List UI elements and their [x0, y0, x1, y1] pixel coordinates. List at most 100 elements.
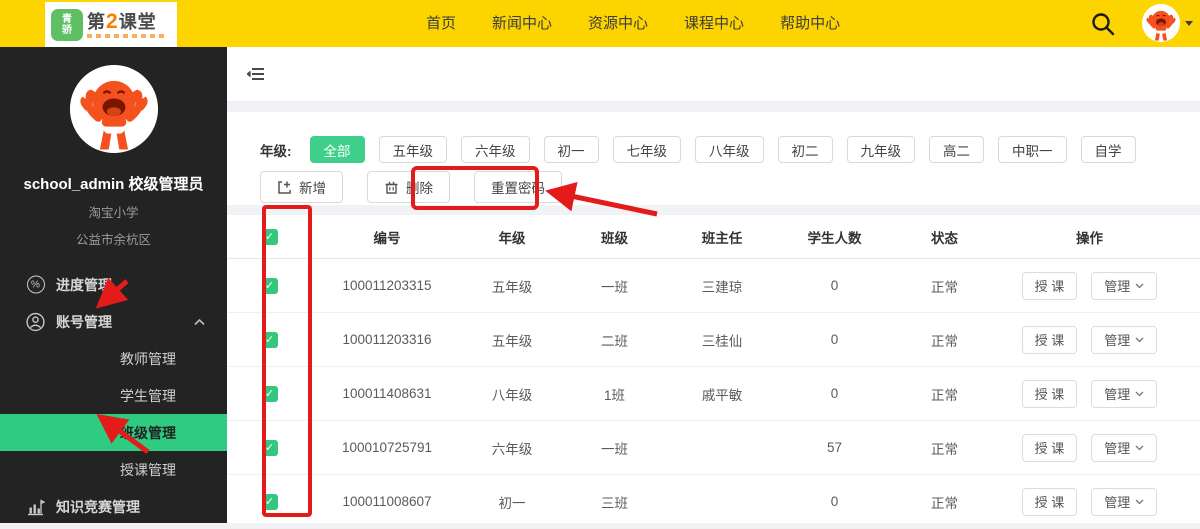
- grade-filter-options: 全部五年级六年级初一七年级八年级初二九年级高二中职一自学: [310, 136, 1136, 163]
- cell-students: 57: [777, 440, 892, 455]
- nav-item[interactable]: 资源中心: [570, 0, 666, 47]
- manage-button[interactable]: 管理: [1091, 272, 1157, 300]
- trash-icon: [384, 180, 399, 195]
- table-header: ✓ 编号 年级 班级 班主任 学生人数 状态 操作: [227, 215, 1200, 259]
- sidebar-item-students[interactable]: 学生管理: [0, 377, 227, 414]
- grade-filter-option[interactable]: 九年级: [847, 136, 916, 163]
- search-icon[interactable]: [1090, 11, 1116, 37]
- logo-tagline: [87, 34, 165, 38]
- col-header-class: 班级: [562, 227, 667, 247]
- avatar: [1142, 4, 1180, 42]
- cell-class: 三班: [562, 492, 667, 512]
- cell-status: 正常: [892, 330, 997, 350]
- grade-filter-option[interactable]: 初一: [544, 136, 599, 163]
- chevron-down-icon: [1135, 445, 1144, 451]
- cell-id: 100011408631: [312, 386, 462, 401]
- grade-filter-label: 年级:: [260, 140, 292, 160]
- teach-button[interactable]: 授 课: [1022, 326, 1078, 354]
- logo-badge-icon: 青骄: [51, 9, 83, 41]
- cell-teacher: 戚平敏: [667, 384, 777, 404]
- grade-filter-option[interactable]: 高二: [929, 136, 984, 163]
- grade-filter-option[interactable]: 自学: [1081, 136, 1136, 163]
- col-header-status: 状态: [892, 227, 997, 247]
- table-row: ✓ 100011408631 八年级 1班 戚平敏 0 正常 授 课 管理: [227, 367, 1200, 421]
- reset-password-button[interactable]: 重置密码: [474, 171, 562, 203]
- teach-button[interactable]: 授 课: [1022, 272, 1078, 300]
- chevron-down-icon: [1185, 21, 1193, 26]
- cell-status: 正常: [892, 384, 997, 404]
- topbar: 青骄 第2课堂 首页新闻中心资源中心课程中心帮助中心: [0, 0, 1200, 47]
- grade-filter-option[interactable]: 七年级: [613, 136, 682, 163]
- user-school: 淘宝小学: [0, 202, 227, 221]
- table-body: ✓ 100011203315 五年级 一班 三建琼 0 正常 授 课 管理: [227, 259, 1200, 529]
- grade-filter-option[interactable]: 五年级: [379, 136, 448, 163]
- toolbar: 新增 删除 重置密码: [260, 171, 562, 203]
- sidebar-avatar: [70, 65, 158, 153]
- user-avatar-menu[interactable]: [1142, 4, 1193, 42]
- chevron-up-icon: [194, 318, 205, 325]
- row-checkbox[interactable]: ✓: [262, 278, 278, 294]
- row-checkbox[interactable]: ✓: [262, 332, 278, 348]
- grade-filter-row: 年级: 全部五年级六年级初一七年级八年级初二九年级高二中职一自学: [260, 136, 1136, 163]
- chevron-down-icon: [1135, 391, 1144, 397]
- manage-button[interactable]: 管理: [1091, 380, 1157, 408]
- sidebar: school_admin 校级管理员 淘宝小学 公益市余杭区 % 进度管理 账号…: [0, 47, 227, 523]
- cell-id: 100011203315: [312, 278, 462, 293]
- row-checkbox[interactable]: ✓: [262, 440, 278, 456]
- cell-status: 正常: [892, 276, 997, 296]
- grade-filter-option[interactable]: 全部: [310, 136, 365, 163]
- content-header: [227, 47, 1200, 102]
- cell-students: 0: [777, 494, 892, 509]
- table-row: ✓ 100010725791 六年级 一班 57 正常 授 课 管理: [227, 421, 1200, 475]
- chevron-down-icon: [1135, 337, 1144, 343]
- grade-filter-option[interactable]: 八年级: [695, 136, 764, 163]
- cell-grade: 五年级: [462, 330, 562, 350]
- row-checkbox[interactable]: ✓: [262, 494, 278, 510]
- nav-item[interactable]: 新闻中心: [474, 0, 570, 47]
- select-all-checkbox[interactable]: ✓: [227, 229, 312, 245]
- table-row: ✓ 100011203315 五年级 一班 三建琼 0 正常 授 课 管理: [227, 259, 1200, 313]
- nav-item[interactable]: 首页: [408, 0, 474, 47]
- cell-teacher: 三桂仙: [667, 330, 777, 350]
- sidebar-item-progress[interactable]: % 进度管理: [0, 266, 227, 303]
- teach-button[interactable]: 授 课: [1022, 434, 1078, 462]
- cell-class: 一班: [562, 438, 667, 458]
- class-table: ✓ 编号 年级 班级 班主任 学生人数 状态 操作 ✓ 100011203315…: [227, 215, 1200, 523]
- col-header-teacher: 班主任: [667, 227, 777, 247]
- cell-class: 一班: [562, 276, 667, 296]
- cell-grade: 五年级: [462, 276, 562, 296]
- cell-students: 0: [777, 278, 892, 293]
- sidebar-item-accounts[interactable]: 账号管理: [0, 303, 227, 340]
- col-header-grade: 年级: [462, 227, 562, 247]
- chevron-down-icon: [1135, 283, 1144, 289]
- add-icon: [277, 180, 292, 195]
- col-header-actions: 操作: [997, 227, 1182, 247]
- grade-filter-option[interactable]: 初二: [778, 136, 833, 163]
- teach-button[interactable]: 授 课: [1022, 488, 1078, 516]
- user-name: school_admin 校级管理员: [0, 173, 227, 194]
- table-row: ✓ 100011008607 初一 三班 0 正常 授 课 管理: [227, 475, 1200, 529]
- col-header-id: 编号: [312, 227, 462, 247]
- teach-button[interactable]: 授 课: [1022, 380, 1078, 408]
- grade-filter-option[interactable]: 六年级: [461, 136, 530, 163]
- cell-class: 1班: [562, 384, 667, 404]
- logo-brand-text: 第2课堂: [87, 12, 165, 32]
- sidebar-item-classes[interactable]: 班级管理: [0, 414, 227, 451]
- nav-item[interactable]: 帮助中心: [762, 0, 858, 47]
- row-checkbox[interactable]: ✓: [262, 386, 278, 402]
- logo[interactable]: 青骄 第2课堂: [45, 2, 177, 47]
- manage-button[interactable]: 管理: [1091, 326, 1157, 354]
- manage-button[interactable]: 管理: [1091, 434, 1157, 462]
- delete-button[interactable]: 删除: [367, 171, 450, 203]
- nav-item[interactable]: 课程中心: [666, 0, 762, 47]
- manage-button[interactable]: 管理: [1091, 488, 1157, 516]
- cell-students: 0: [777, 386, 892, 401]
- sidebar-item-teachers[interactable]: 教师管理: [0, 340, 227, 377]
- sidebar-item-teaching[interactable]: 授课管理: [0, 451, 227, 488]
- grade-filter-option[interactable]: 中职一: [998, 136, 1067, 163]
- collapse-sidebar-icon[interactable]: [247, 66, 265, 82]
- cell-teacher: 三建琼: [667, 276, 777, 296]
- sidebar-item-quiz[interactable]: 知识竞赛管理: [0, 488, 227, 525]
- add-button[interactable]: 新增: [260, 171, 343, 203]
- cell-grade: 初一: [462, 492, 562, 512]
